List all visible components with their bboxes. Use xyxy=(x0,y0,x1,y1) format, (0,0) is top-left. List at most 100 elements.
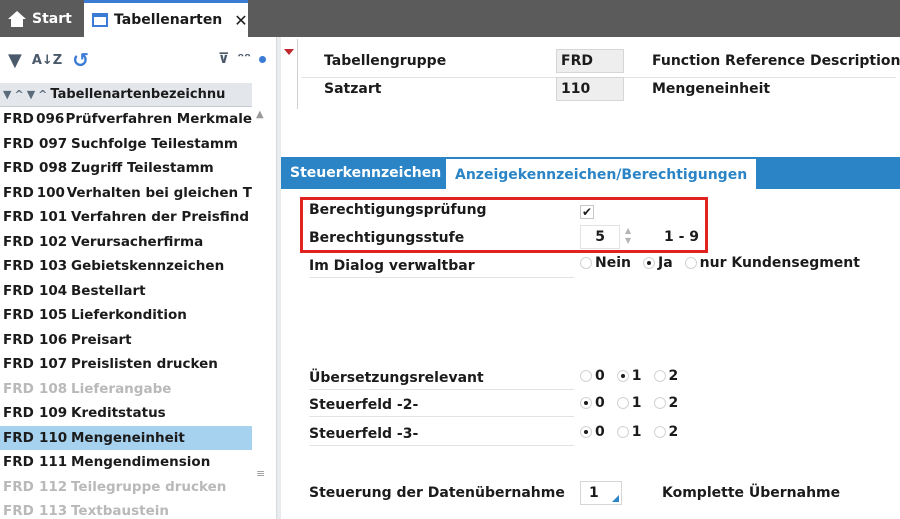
list-item[interactable]: FRD 108 Lieferangabe xyxy=(0,377,252,402)
scrollbar[interactable]: ▲ ≡ xyxy=(253,107,267,519)
top-tab-bar: Start Tabellenarten ✕ xyxy=(0,0,900,37)
dialog-option[interactable]: Ja xyxy=(642,255,673,271)
list-item-name: Preislisten drucken xyxy=(71,356,218,373)
list-item[interactable]: FRD 109 Kreditstatus xyxy=(0,401,252,426)
close-icon[interactable]: ✕ xyxy=(234,11,247,30)
tabellengruppe-description: Function Reference Description xyxy=(652,53,900,69)
radio-icon[interactable] xyxy=(653,370,666,382)
list-item[interactable]: FRD 112 Teilegruppe drucken xyxy=(0,475,252,500)
list-item[interactable]: FRD 104 Bestellart xyxy=(0,279,252,304)
steuerfeld2-option-label: 0 xyxy=(595,395,605,411)
steuerfeld3-label: Steuerfeld -3- xyxy=(309,426,419,442)
list-item-group: FRD xyxy=(3,282,34,299)
datenuebernahme-field[interactable]: 1 xyxy=(580,481,622,505)
steuerfeld2-option-label: 2 xyxy=(668,395,679,411)
list-item[interactable]: FRD 098 Zugriff Teilestamm xyxy=(0,156,252,181)
list-item-number: 111 xyxy=(39,454,68,471)
list-item-name: Lieferangabe xyxy=(71,380,172,397)
tab-anzeigekennzeichen[interactable]: Anzeigekennzeichen/Berechtigungen xyxy=(446,157,757,191)
steuerfeld3-option[interactable]: 1 xyxy=(616,424,642,440)
dot-icon[interactable] xyxy=(259,55,266,63)
list-item[interactable]: FRD 113 Textbaustein xyxy=(0,499,252,519)
radio-icon[interactable] xyxy=(616,370,629,382)
list-item[interactable]: FRD 103 Gebietskennzeichen xyxy=(0,254,252,279)
radio-icon[interactable] xyxy=(580,370,592,382)
list-item[interactable]: FRD 102 Verursacherfirma xyxy=(0,230,252,255)
scroll-up-icon[interactable]: ▲ xyxy=(256,109,264,120)
uebersetzung-label: Übersetzungsrelevant xyxy=(309,370,484,386)
steuerfeld2-option[interactable]: 2 xyxy=(653,395,679,411)
filter-icon[interactable]: ▼ xyxy=(3,88,11,101)
list-item-name: Verfahren der Preisfind xyxy=(71,209,250,226)
radio-icon[interactable] xyxy=(580,257,592,269)
radio-icon[interactable] xyxy=(616,397,629,409)
tabellengruppe-value: FRD xyxy=(561,53,593,69)
detail-panel: Tabellengruppe FRD Function Reference De… xyxy=(281,37,900,519)
grip-icon[interactable]: ≡ xyxy=(256,467,265,480)
radio-icon[interactable] xyxy=(580,397,592,409)
steuerfeld3-option[interactable]: 2 xyxy=(653,424,679,440)
uebersetzung-option[interactable]: 0 xyxy=(580,368,605,384)
list-item[interactable]: FRD 106 Preisart xyxy=(0,328,252,353)
radio-icon[interactable] xyxy=(616,426,629,438)
list-item[interactable]: FRD 110 Mengeneinheit xyxy=(0,425,252,450)
stepper-arrows-icon[interactable]: ▲ ▼ xyxy=(625,226,631,246)
steuerfeld3-option-label: 2 xyxy=(668,424,679,440)
uebersetzung-option[interactable]: 1 xyxy=(616,368,642,384)
list-item[interactable]: FRD 111 Mengendimension xyxy=(0,450,252,475)
tab-start[interactable]: Start xyxy=(0,0,82,37)
datenuebernahme-value: 1 xyxy=(589,485,599,501)
divider xyxy=(309,389,574,390)
divider xyxy=(309,416,574,417)
steuerfeld2-label: Steuerfeld -2- xyxy=(309,397,419,413)
list-item-number: 096 xyxy=(36,111,65,128)
steuerfeld2-radio-group: 0 1 2 xyxy=(580,395,690,411)
dialog-label: Im Dialog verwaltbar xyxy=(309,258,475,274)
steuerfeld2-option[interactable]: 0 xyxy=(580,395,605,411)
list-item-name: Teilegruppe drucken xyxy=(71,478,227,495)
list-item[interactable]: FRD 096 Prüfverfahren Merkmale xyxy=(0,107,252,132)
filter-icon[interactable]: ▼ xyxy=(8,50,22,71)
dialog-option[interactable]: Nein xyxy=(580,255,631,271)
list-item[interactable]: FRD 097 Suchfolge Teilestamm xyxy=(0,132,252,157)
filter-clear-icon[interactable]: ⊽ xyxy=(218,51,229,67)
left-panel: ▼ A↓Z ↺ ⊽ ᵔᵔ ▼ ^ ▼ ^ Tabellenartenbezeic… xyxy=(0,37,276,519)
tab-tabellenarten[interactable]: Tabellenarten ✕ xyxy=(84,0,248,37)
column-title: Tabellenartenbezeichnu xyxy=(50,87,226,102)
berechtigungsstufe-stepper[interactable]: 5 xyxy=(580,225,620,249)
tabellengruppe-field: FRD xyxy=(556,49,624,73)
refresh-icon[interactable]: ↺ xyxy=(72,48,89,72)
satzart-label: Satzart xyxy=(324,81,382,97)
sort-asc-icon[interactable]: ^ xyxy=(38,88,47,101)
steuerfeld3-option[interactable]: 0 xyxy=(580,424,605,440)
radio-icon[interactable] xyxy=(653,426,666,438)
divider xyxy=(297,39,298,109)
list-item[interactable]: FRD 100 Verhalten bei gleichen T xyxy=(0,181,252,206)
radio-icon[interactable] xyxy=(653,397,666,409)
radio-icon[interactable] xyxy=(580,426,592,438)
tab-steuerkennzeichen[interactable]: Steuerkennzeichen xyxy=(281,157,450,189)
list-item-number: 107 xyxy=(39,356,68,373)
radio-icon[interactable] xyxy=(684,257,697,269)
dialog-radio-group: Nein Ja nur Kundensegment xyxy=(580,255,872,271)
dialog-option-label: Ja xyxy=(657,255,673,271)
radio-icon[interactable] xyxy=(642,257,655,269)
list-item[interactable]: FRD 101 Verfahren der Preisfind xyxy=(0,205,252,230)
list-column-header[interactable]: ▼ ^ ▼ ^ Tabellenartenbezeichnu xyxy=(0,83,252,107)
steuerfeld2-option[interactable]: 1 xyxy=(616,395,642,411)
steuerfeld2-option-label: 1 xyxy=(631,395,642,411)
list-item[interactable]: FRD 107 Preislisten drucken xyxy=(0,352,252,377)
satzart-field: 110 xyxy=(556,77,624,101)
list-item[interactable]: FRD 105 Lieferkondition xyxy=(0,303,252,328)
steuerfeld3-radio-group: 0 1 2 xyxy=(580,424,690,440)
sort-asc-icon[interactable]: ^ xyxy=(14,88,23,101)
binoculars-icon[interactable]: ᵔᵔ xyxy=(237,51,251,67)
dialog-option[interactable]: nur Kundensegment xyxy=(684,255,860,271)
uebersetzung-option[interactable]: 2 xyxy=(653,368,678,384)
window-icon xyxy=(92,13,108,27)
sort-az-icon[interactable]: A↓Z xyxy=(32,53,62,68)
berechtigungspruefung-checkbox[interactable]: ✔ xyxy=(580,205,594,219)
berechtigungsstufe-range: 1 - 9 xyxy=(664,229,700,245)
filter-icon[interactable]: ▼ xyxy=(27,88,35,101)
list-item-name: Lieferkondition xyxy=(71,307,187,324)
